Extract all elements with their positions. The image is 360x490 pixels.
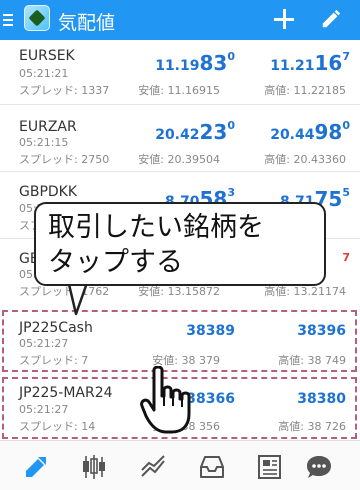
high-price: 高値: 38 726 — [278, 420, 346, 433]
bottom-navigation — [0, 440, 360, 490]
quote-row-eursek[interactable]: EURSEK 05:21:21 スプレッド: 1337 11.19830 11.… — [0, 40, 360, 102]
chart-line-icon[interactable] — [139, 453, 167, 481]
callout-tail — [66, 280, 90, 316]
quote-time: 05:21:27 — [19, 403, 69, 416]
callout-line-2: タップする — [48, 247, 183, 278]
spread-label: スプレッド: 1337 — [19, 84, 110, 97]
symbol-label: JP225-MAR24 — [19, 385, 113, 401]
bid-price: 11.19830 — [155, 50, 235, 75]
symbol-label: JP225Cash — [19, 320, 93, 336]
symbol-label: EURSEK — [19, 48, 75, 64]
ask-price: 20.44980 — [270, 119, 350, 144]
low-price: 安値: 20.39504 — [138, 153, 220, 166]
callout-line-1: 取引したい銘柄を — [48, 212, 264, 243]
spread-label: スプレッド: 7 — [19, 354, 89, 367]
chat-icon[interactable] — [305, 453, 333, 481]
instruction-callout: 取引したい銘柄を タップする — [34, 202, 326, 286]
low-price: 安値: 11.16915 — [138, 84, 220, 97]
bid-price: 38389 — [186, 323, 235, 339]
ask-price: 38380 — [297, 391, 346, 407]
add-icon[interactable] — [271, 6, 297, 32]
inbox-icon[interactable] — [198, 453, 226, 481]
news-icon[interactable] — [255, 453, 283, 481]
quote-time: 05:21:15 — [19, 136, 69, 149]
quote-row-jp225cash[interactable]: JP225Cash 05:21:27 スプレッド: 7 38389 38396 … — [0, 310, 360, 372]
high-price: 高値: 20.43360 — [264, 153, 346, 166]
spread-label: スプレッド: 2750 — [19, 153, 110, 166]
spread-label: スプレッド: 14 — [19, 420, 96, 433]
quote-time: 05:21:21 — [19, 67, 69, 80]
pointing-hand-icon — [140, 366, 191, 434]
ask-price: 11.21167 — [270, 50, 350, 75]
quote-time: 05:21:27 — [19, 337, 69, 350]
quote-row-eurzar[interactable]: EURZAR 05:21:15 スプレッド: 2750 20.42230 20.… — [0, 105, 360, 170]
edit-icon[interactable] — [320, 8, 342, 30]
ask-price-partial: 7 — [342, 251, 350, 264]
menu-icon[interactable] — [2, 10, 14, 30]
high-price: 高値: 38 749 — [278, 354, 346, 367]
ask-price: 38396 — [297, 323, 346, 339]
app-header: 気配値 — [0, 0, 360, 40]
page-title: 気配値 — [58, 12, 116, 34]
bid-price: 20.42230 — [155, 119, 235, 144]
candlestick-chart-icon[interactable] — [80, 453, 108, 481]
high-price: 高値: 11.22185 — [264, 84, 346, 97]
symbol-label: GBPDKK — [19, 184, 78, 200]
symbol-label: EURZAR — [19, 119, 77, 135]
trade-icon[interactable] — [22, 453, 50, 481]
app-logo-icon — [24, 5, 50, 31]
